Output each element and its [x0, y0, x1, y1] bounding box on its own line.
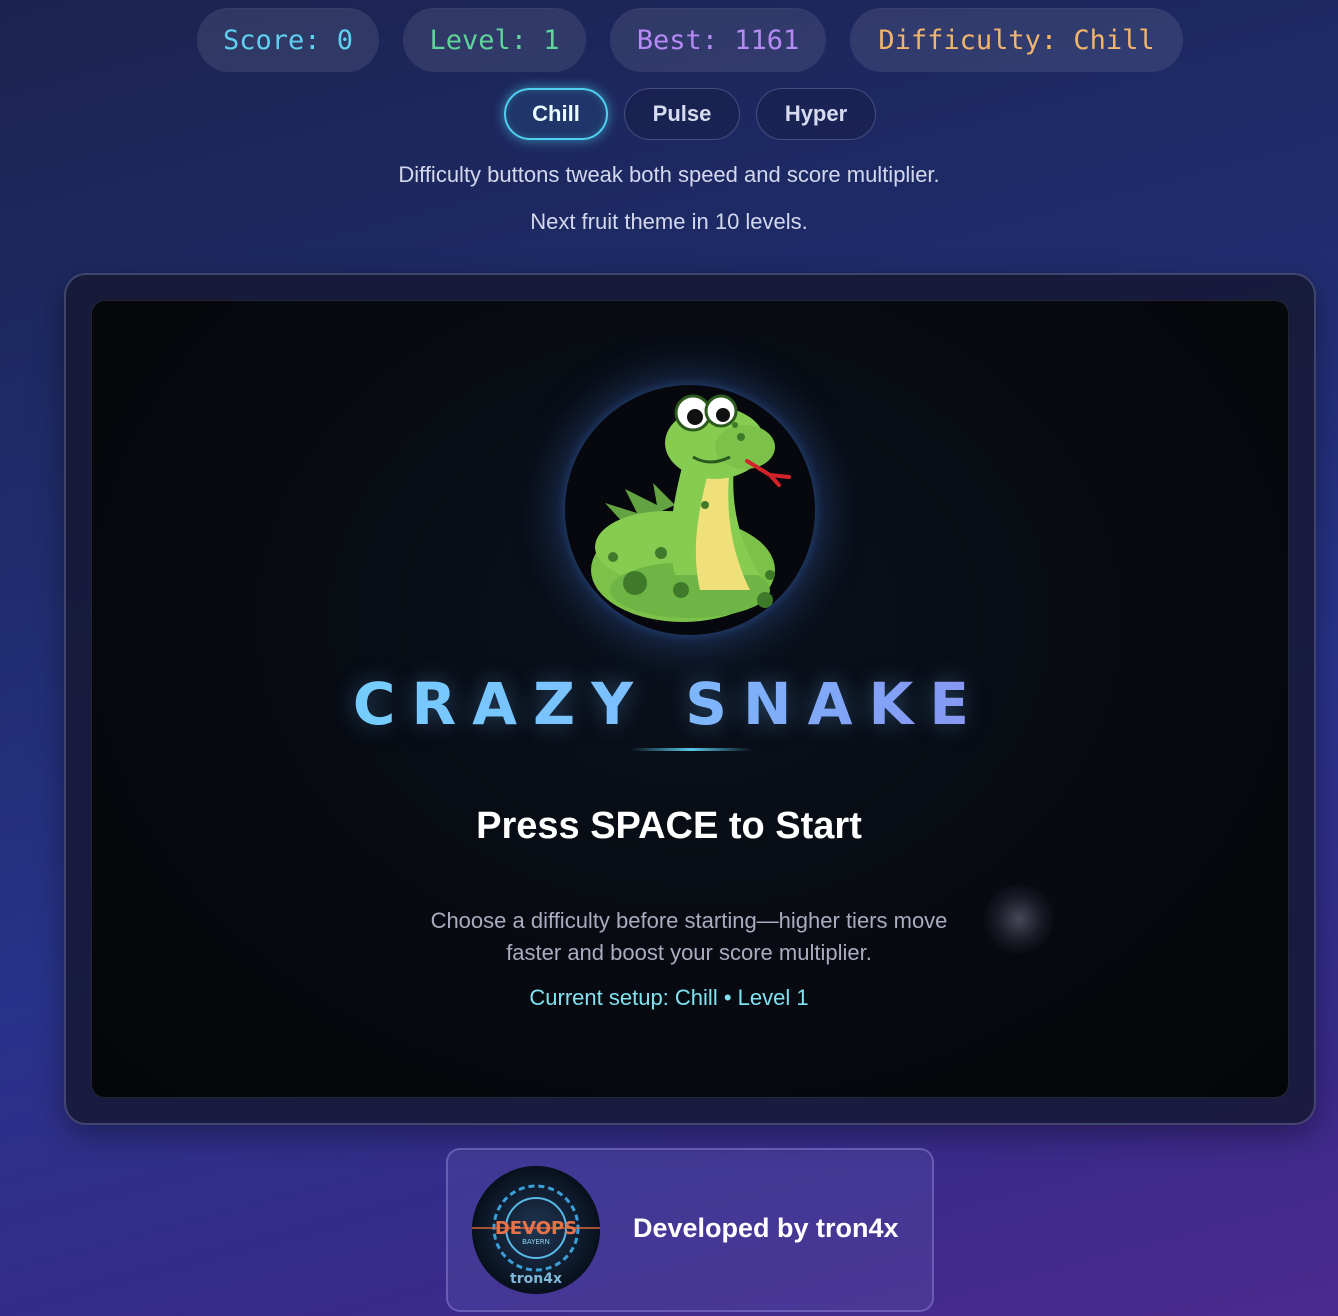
- difficulty-chill-button[interactable]: Chill: [504, 88, 608, 140]
- title-underline: [630, 748, 752, 751]
- developer-credit: Developed by tron4x: [633, 1213, 899, 1243]
- start-prompt: Press SPACE to Start: [476, 805, 862, 847]
- fruit-theme-hint: Next fruit theme in 10 levels.: [530, 209, 808, 234]
- game-title: CRAZY SNAKE: [0, 670, 1338, 738]
- difficulty-hint: Difficulty buttons tweak both speed and …: [398, 162, 940, 187]
- difficulty-hyper-button[interactable]: Hyper: [756, 88, 876, 140]
- snake-mascot-icon: [565, 385, 815, 635]
- avatar-main-text: DEVOPS: [495, 1218, 577, 1239]
- best-score-display: Best: 1161: [610, 8, 826, 72]
- score-display: Score: 0: [197, 8, 379, 72]
- current-setup: Current setup: Chill • Level 1: [529, 985, 809, 1010]
- stats-bar: Score: 0 Level: 1 Best: 1161 Difficulty:…: [0, 8, 1338, 72]
- start-description: Choose a difficulty before starting—high…: [430, 908, 948, 965]
- difficulty-pulse-button[interactable]: Pulse: [624, 88, 740, 140]
- devops-bayern-avatar-icon: DEVOPS BAYERN tron4x: [472, 1166, 600, 1294]
- level-display: Level: 1: [403, 8, 586, 72]
- difficulty-display: Difficulty: Chill: [850, 8, 1183, 72]
- difficulty-selector: Chill Pulse Hyper: [0, 88, 1338, 140]
- avatar-handle-text: tron4x: [510, 1271, 562, 1287]
- glow-orb: [984, 884, 1054, 954]
- avatar-sub-text: BAYERN: [522, 1238, 550, 1246]
